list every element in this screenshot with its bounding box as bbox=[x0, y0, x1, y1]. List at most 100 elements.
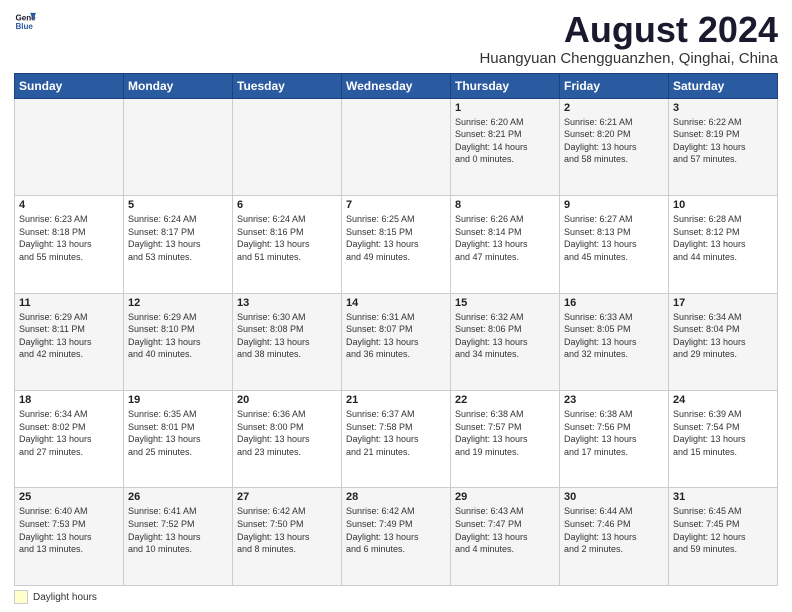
calendar-cell: 11Sunrise: 6:29 AMSunset: 8:11 PMDayligh… bbox=[15, 293, 124, 390]
day-info: Sunrise: 6:35 AMSunset: 8:01 PMDaylight:… bbox=[128, 408, 228, 458]
day-number: 27 bbox=[237, 491, 337, 503]
weekday-header: Tuesday bbox=[233, 73, 342, 98]
page-subtitle: Huangyuan Chengguanzhen, Qinghai, China bbox=[134, 50, 778, 67]
footer: Daylight hours bbox=[14, 590, 778, 604]
calendar-cell: 2 Sunrise: 6:21 AMSunset: 8:20 PMDaylight… bbox=[560, 98, 669, 195]
day-number: 28 bbox=[346, 491, 446, 503]
top-section: General Blue August 2024 Huangyuan Cheng… bbox=[14, 10, 778, 67]
calendar-cell: 12 Sunrise: 6:29 AMSunset: 8:10 PMDayligh… bbox=[124, 293, 233, 390]
day-number: 2 bbox=[564, 102, 664, 114]
calendar-week-row: 4Sunrise: 6:23 AMSunset: 8:18 PMDaylight… bbox=[15, 196, 778, 293]
calendar-cell: 29 Sunrise: 6:43 AMSunset: 7:47 PMDayligh… bbox=[451, 488, 560, 586]
calendar-cell: 4Sunrise: 6:23 AMSunset: 8:18 PMDaylight… bbox=[15, 196, 124, 293]
day-number: 15 bbox=[455, 297, 555, 309]
calendar-cell bbox=[15, 98, 124, 195]
day-number: 24 bbox=[673, 394, 773, 406]
calendar-cell: 7Sunrise: 6:25 AMSunset: 8:15 PMDaylight… bbox=[342, 196, 451, 293]
day-number: 31 bbox=[673, 491, 773, 503]
weekday-header: Friday bbox=[560, 73, 669, 98]
day-info: Sunrise: 6:23 AMSunset: 8:18 PMDaylight:… bbox=[19, 213, 119, 263]
day-number: 7 bbox=[346, 199, 446, 211]
day-info: Sunrise: 6:24 AMSunset: 8:16 PMDaylight:… bbox=[237, 213, 337, 263]
day-number: 18 bbox=[19, 394, 119, 406]
calendar-cell: 6 Sunrise: 6:24 AMSunset: 8:16 PMDaylight… bbox=[233, 196, 342, 293]
calendar-cell bbox=[342, 98, 451, 195]
weekday-header: Wednesday bbox=[342, 73, 451, 98]
day-info: Sunrise: 6:42 AMSunset: 7:50 PMDaylight:… bbox=[237, 505, 337, 555]
day-number: 6 bbox=[237, 199, 337, 211]
calendar-cell: 8 Sunrise: 6:26 AMSunset: 8:14 PMDaylight… bbox=[451, 196, 560, 293]
page: General Blue August 2024 Huangyuan Cheng… bbox=[0, 0, 792, 612]
day-info: Sunrise: 6:43 AMSunset: 7:47 PMDaylight:… bbox=[455, 505, 555, 555]
day-number: 26 bbox=[128, 491, 228, 503]
calendar-cell: 3Sunrise: 6:22 AMSunset: 8:19 PMDaylight… bbox=[669, 98, 778, 195]
calendar-cell: 5Sunrise: 6:24 AMSunset: 8:17 PMDaylight… bbox=[124, 196, 233, 293]
day-info: Sunrise: 6:29 AMSunset: 8:10 PMDaylight:… bbox=[128, 311, 228, 361]
day-info: Sunrise: 6:37 AMSunset: 7:58 PMDaylight:… bbox=[346, 408, 446, 458]
calendar-week-row: 11Sunrise: 6:29 AMSunset: 8:11 PMDayligh… bbox=[15, 293, 778, 390]
day-number: 16 bbox=[564, 297, 664, 309]
day-number: 20 bbox=[237, 394, 337, 406]
calendar-cell: 23 Sunrise: 6:38 AMSunset: 7:56 PMDayligh… bbox=[560, 391, 669, 488]
calendar-cell: 21Sunrise: 6:37 AMSunset: 7:58 PMDayligh… bbox=[342, 391, 451, 488]
calendar-cell: 26 Sunrise: 6:41 AMSunset: 7:52 PMDayligh… bbox=[124, 488, 233, 586]
calendar-cell: 9Sunrise: 6:27 AMSunset: 8:13 PMDaylight… bbox=[560, 196, 669, 293]
day-number: 17 bbox=[673, 297, 773, 309]
calendar-cell: 27 Sunrise: 6:42 AMSunset: 7:50 PMDayligh… bbox=[233, 488, 342, 586]
calendar-week-row: 1 Sunrise: 6:20 AMSunset: 8:21 PMDaylight… bbox=[15, 98, 778, 195]
day-info: Sunrise: 6:40 AMSunset: 7:53 PMDaylight:… bbox=[19, 505, 119, 555]
calendar-cell: 20 Sunrise: 6:36 AMSunset: 8:00 PMDayligh… bbox=[233, 391, 342, 488]
day-number: 30 bbox=[564, 491, 664, 503]
day-info: Sunrise: 6:34 AMSunset: 8:04 PMDaylight:… bbox=[673, 311, 773, 361]
logo-area: General Blue bbox=[14, 10, 134, 32]
day-number: 8 bbox=[455, 199, 555, 211]
day-number: 22 bbox=[455, 394, 555, 406]
day-number: 9 bbox=[564, 199, 664, 211]
calendar-cell bbox=[124, 98, 233, 195]
day-number: 12 bbox=[128, 297, 228, 309]
weekday-header: Monday bbox=[124, 73, 233, 98]
day-number: 10 bbox=[673, 199, 773, 211]
calendar-cell: 1 Sunrise: 6:20 AMSunset: 8:21 PMDaylight… bbox=[451, 98, 560, 195]
day-info: Sunrise: 6:36 AMSunset: 8:00 PMDaylight:… bbox=[237, 408, 337, 458]
day-info: Sunrise: 6:41 AMSunset: 7:52 PMDaylight:… bbox=[128, 505, 228, 555]
calendar-cell: 17 Sunrise: 6:34 AMSunset: 8:04 PMDayligh… bbox=[669, 293, 778, 390]
day-info: Sunrise: 6:29 AMSunset: 8:11 PMDaylight:… bbox=[19, 311, 119, 361]
calendar-cell bbox=[233, 98, 342, 195]
day-info: Sunrise: 6:20 AMSunset: 8:21 PMDaylight:… bbox=[455, 116, 555, 166]
weekday-header: Saturday bbox=[669, 73, 778, 98]
day-info: Sunrise: 6:33 AMSunset: 8:05 PMDaylight:… bbox=[564, 311, 664, 361]
calendar-cell: 19Sunrise: 6:35 AMSunset: 8:01 PMDayligh… bbox=[124, 391, 233, 488]
calendar-cell: 30Sunrise: 6:44 AMSunset: 7:46 PMDayligh… bbox=[560, 488, 669, 586]
calendar-cell: 22 Sunrise: 6:38 AMSunset: 7:57 PMDayligh… bbox=[451, 391, 560, 488]
calendar-cell: 16 Sunrise: 6:33 AMSunset: 8:05 PMDayligh… bbox=[560, 293, 669, 390]
day-info: Sunrise: 6:39 AMSunset: 7:54 PMDaylight:… bbox=[673, 408, 773, 458]
day-info: Sunrise: 6:21 AMSunset: 8:20 PMDaylight:… bbox=[564, 116, 664, 166]
day-number: 25 bbox=[19, 491, 119, 503]
weekday-header: Sunday bbox=[15, 73, 124, 98]
calendar-cell: 18Sunrise: 6:34 AMSunset: 8:02 PMDayligh… bbox=[15, 391, 124, 488]
day-info: Sunrise: 6:38 AMSunset: 7:57 PMDaylight:… bbox=[455, 408, 555, 458]
calendar-cell: 13Sunrise: 6:30 AMSunset: 8:08 PMDayligh… bbox=[233, 293, 342, 390]
legend-box bbox=[14, 590, 28, 604]
calendar-table: SundayMondayTuesdayWednesdayThursdayFrid… bbox=[14, 73, 778, 586]
calendar-cell: 24 Sunrise: 6:39 AMSunset: 7:54 PMDayligh… bbox=[669, 391, 778, 488]
day-number: 23 bbox=[564, 394, 664, 406]
day-number: 13 bbox=[237, 297, 337, 309]
day-info: Sunrise: 6:24 AMSunset: 8:17 PMDaylight:… bbox=[128, 213, 228, 263]
calendar-cell: 15Sunrise: 6:32 AMSunset: 8:06 PMDayligh… bbox=[451, 293, 560, 390]
day-info: Sunrise: 6:45 AMSunset: 7:45 PMDaylight:… bbox=[673, 505, 773, 555]
day-number: 1 bbox=[455, 102, 555, 114]
day-number: 14 bbox=[346, 297, 446, 309]
svg-text:Blue: Blue bbox=[15, 22, 33, 31]
calendar-week-row: 25 Sunrise: 6:40 AMSunset: 7:53 PMDayligh… bbox=[15, 488, 778, 586]
day-info: Sunrise: 6:22 AMSunset: 8:19 PMDaylight:… bbox=[673, 116, 773, 166]
day-info: Sunrise: 6:42 AMSunset: 7:49 PMDaylight:… bbox=[346, 505, 446, 555]
day-info: Sunrise: 6:28 AMSunset: 8:12 PMDaylight:… bbox=[673, 213, 773, 263]
day-number: 29 bbox=[455, 491, 555, 503]
calendar-cell: 14Sunrise: 6:31 AMSunset: 8:07 PMDayligh… bbox=[342, 293, 451, 390]
day-info: Sunrise: 6:26 AMSunset: 8:14 PMDaylight:… bbox=[455, 213, 555, 263]
day-info: Sunrise: 6:38 AMSunset: 7:56 PMDaylight:… bbox=[564, 408, 664, 458]
calendar-cell: 25 Sunrise: 6:40 AMSunset: 7:53 PMDayligh… bbox=[15, 488, 124, 586]
calendar-week-row: 18Sunrise: 6:34 AMSunset: 8:02 PMDayligh… bbox=[15, 391, 778, 488]
